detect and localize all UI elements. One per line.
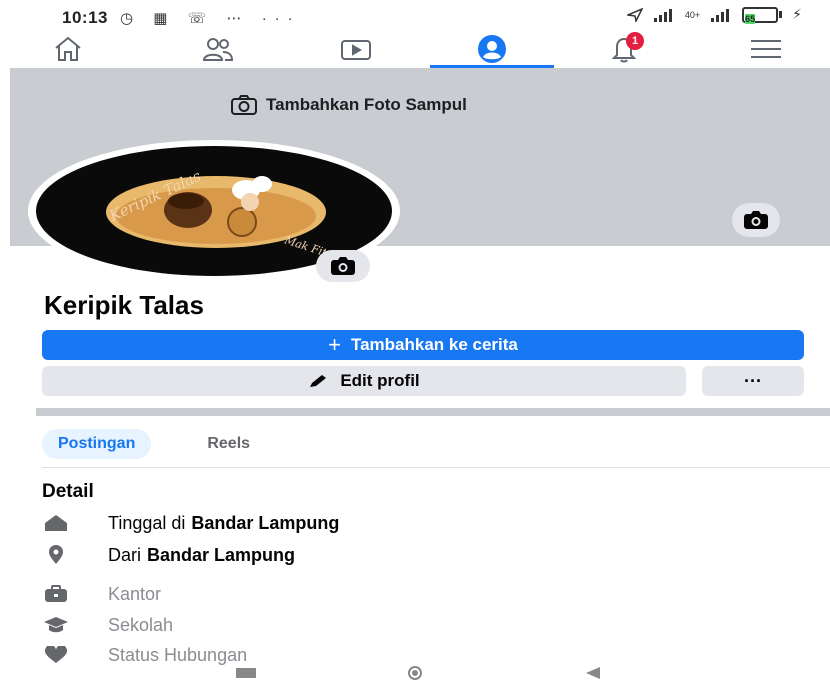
signal-icon xyxy=(653,8,672,22)
tab-postingan[interactable]: Postingan xyxy=(42,429,152,459)
home-button-icon[interactable] xyxy=(402,664,428,680)
recent-apps-icon[interactable] xyxy=(232,664,260,680)
battery-icon: 65 xyxy=(742,6,783,24)
home-icon xyxy=(42,512,70,534)
heart-icon xyxy=(42,644,70,666)
menu-icon xyxy=(751,40,781,58)
nav-home[interactable] xyxy=(38,30,98,68)
edit-cover-camera-button[interactable] xyxy=(732,203,780,237)
detail-row-school[interactable]: Sekolah xyxy=(42,614,173,636)
location-pin-icon xyxy=(42,544,70,566)
notification-badge: 1 xyxy=(626,32,644,50)
add-cover-photo-button[interactable]: Tambahkan Foto Sampul xyxy=(230,94,467,116)
edit-profile-picture-button[interactable] xyxy=(316,250,370,282)
details-heading: Detail xyxy=(42,481,94,502)
add-cover-photo-label: Tambahkan Foto Sampul xyxy=(266,95,467,114)
section-divider xyxy=(36,408,830,416)
status-notification-icons: ◷ ▦ ☏ ⋯ ··· xyxy=(120,10,301,27)
detail-prefix: Dari xyxy=(108,544,142,565)
tab-reels[interactable]: Reels xyxy=(191,429,266,459)
edit-profile-button[interactable]: Edit profil xyxy=(42,366,686,396)
back-button-icon[interactable] xyxy=(580,664,606,680)
camera-icon xyxy=(744,211,768,229)
add-to-story-button[interactable]: + Tambahkan ke cerita xyxy=(42,330,804,360)
signal-4g-label: 40+ xyxy=(684,9,701,20)
nav-notifications[interactable]: 1 xyxy=(594,30,654,68)
detail-prefix: Kantor xyxy=(108,583,162,604)
edit-profile-label: Edit profil xyxy=(340,371,420,390)
home-icon xyxy=(55,36,81,61)
profile-picture-container: Keripik Talas Mak Fitri xyxy=(28,140,400,282)
nav-profile[interactable] xyxy=(462,30,522,68)
more-dots-icon: ··· xyxy=(744,370,762,391)
profile-icon xyxy=(478,35,506,63)
nav-friends[interactable] xyxy=(188,30,248,68)
android-navigation-bar xyxy=(0,664,830,684)
status-right-group: 40+ 65 ⚡ xyxy=(626,6,802,24)
status-bar: 10:13 ◷ ▦ ☏ ⋯ ··· 40+ 65 ⚡ xyxy=(0,0,830,30)
detail-value: Bandar Lampung xyxy=(191,512,340,533)
signal-icon-2 xyxy=(711,8,730,22)
detail-value: Bandar Lampung xyxy=(147,544,296,565)
more-options-button[interactable]: ··· xyxy=(702,366,804,396)
friends-icon xyxy=(202,38,234,61)
graduation-cap-icon xyxy=(42,614,70,636)
profile-name: Keripik Talas xyxy=(44,290,204,320)
camera-icon xyxy=(331,257,355,275)
detail-prefix: Tinggal di xyxy=(108,512,186,533)
add-to-story-label: Tambahkan ke cerita xyxy=(350,335,518,354)
location-arrow-icon xyxy=(626,7,643,22)
battery-level: 65 xyxy=(745,13,756,24)
plus-icon: + xyxy=(328,332,341,357)
nav-menu[interactable] xyxy=(736,30,796,68)
detail-prefix: Sekolah xyxy=(108,614,174,635)
pencil-icon xyxy=(310,375,327,387)
camera-icon xyxy=(231,95,257,115)
video-icon xyxy=(341,40,371,60)
charging-icon: ⚡ xyxy=(792,6,802,22)
detail-row-from[interactable]: Dari Bandar Lampung xyxy=(42,544,295,566)
detail-prefix: Status Hubungan xyxy=(108,644,248,665)
nav-video[interactable] xyxy=(326,30,386,68)
top-navigation: 1 xyxy=(0,30,830,68)
detail-row-relationship[interactable]: Status Hubungan xyxy=(42,644,247,666)
tabs-divider xyxy=(42,467,830,468)
profile-tabs: Postingan Reels xyxy=(42,428,266,460)
detail-row-lives-in[interactable]: Tinggal di Bandar Lampung xyxy=(42,512,339,534)
detail-row-work[interactable]: Kantor xyxy=(42,583,161,605)
status-time: 10:13 xyxy=(62,8,108,27)
briefcase-icon xyxy=(42,583,70,605)
